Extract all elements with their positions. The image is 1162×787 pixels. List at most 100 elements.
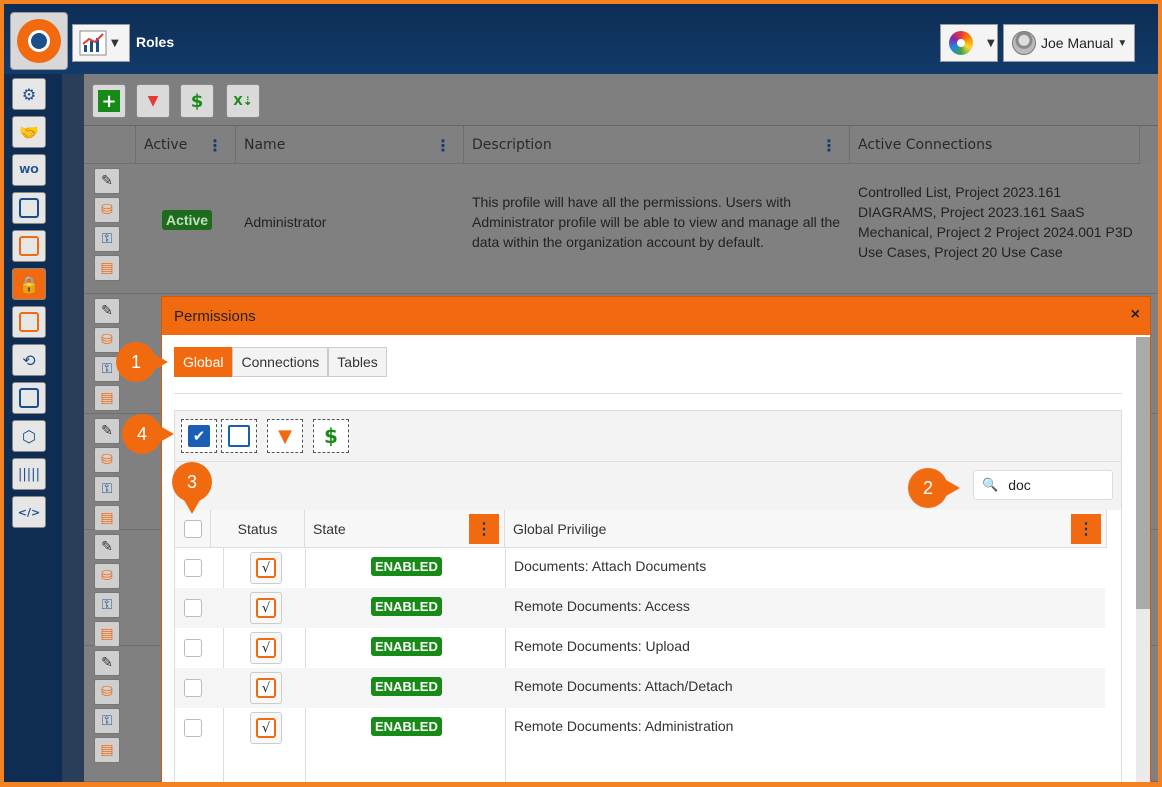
row-checkbox[interactable] xyxy=(184,719,202,737)
permission-tabs: Global Connections Tables xyxy=(174,347,387,377)
column-menu-icon[interactable]: ⋮ xyxy=(435,136,451,155)
dialog-header: Permissions × xyxy=(162,297,1150,335)
search-input[interactable] xyxy=(1008,477,1099,493)
search-field[interactable]: 🔍 xyxy=(973,470,1113,500)
grid-header-description[interactable]: Description ⋮ xyxy=(464,126,850,164)
collapsed-panel xyxy=(62,74,84,782)
key-icon[interactable]: ⚿ xyxy=(94,476,120,502)
status-toggle[interactable]: √ xyxy=(250,672,282,704)
sidebar-item-history[interactable]: ⟲ xyxy=(12,344,46,376)
list-item[interactable]: √ ENABLED Remote Documents: Attach/Detac… xyxy=(175,668,1105,708)
header-status[interactable]: Status xyxy=(211,510,305,548)
refresh-button[interactable]: $ xyxy=(313,419,349,453)
page-title: Roles xyxy=(136,34,175,50)
user-menu-button[interactable]: Joe Manual ▼ xyxy=(1003,24,1135,62)
export-excel-button[interactable]: X⇣ xyxy=(226,84,260,118)
sidebar-item-settings[interactable]: ⚙ xyxy=(12,78,46,110)
list-item[interactable]: √ ENABLED Remote Documents: Upload xyxy=(175,628,1105,668)
sidebar-item-reports[interactable] xyxy=(12,230,46,262)
column-menu-icon[interactable]: ⋮ xyxy=(469,514,499,544)
edit-icon[interactable]: ✎ xyxy=(94,534,120,560)
view-icon[interactable]: ▤ xyxy=(94,385,120,411)
tab-tables[interactable]: Tables xyxy=(328,347,387,377)
checkmark-icon: √ xyxy=(256,598,276,618)
row-checkbox[interactable] xyxy=(184,599,202,617)
row-checkbox[interactable] xyxy=(184,559,202,577)
list-item[interactable]: √ ENABLED Remote Documents: Access xyxy=(175,588,1105,628)
list-item[interactable]: √ ENABLED Documents: Attach Documents xyxy=(175,548,1105,588)
analytics-icon xyxy=(19,388,39,408)
app-logo[interactable] xyxy=(10,12,68,70)
sidebar-item-work-orders[interactable]: WO xyxy=(12,154,46,186)
header-select xyxy=(175,510,211,548)
table-row[interactable]: ✎ ⛁ ⚿ ▤ Active Administrator This profil… xyxy=(84,164,1158,294)
edit-icon[interactable]: ✎ xyxy=(94,298,120,324)
row-checkbox[interactable] xyxy=(184,679,202,697)
key-icon[interactable]: ⚿ xyxy=(94,708,120,734)
database-icon[interactable]: ⛁ xyxy=(94,447,120,473)
grid-header-name[interactable]: Name ⋮ xyxy=(236,126,464,164)
status-toggle[interactable]: √ xyxy=(250,552,282,584)
clear-filter-button[interactable]: ▼ xyxy=(267,419,303,453)
view-icon[interactable]: ▤ xyxy=(94,505,120,531)
sidebar-item-roles[interactable]: 🔒 xyxy=(12,268,46,300)
database-icon[interactable]: ⛁ xyxy=(94,327,120,353)
tab-global[interactable]: Global xyxy=(174,347,233,377)
key-icon[interactable]: ⚿ xyxy=(94,226,120,252)
dialog-scrollbar-thumb[interactable] xyxy=(1136,337,1150,609)
column-menu-icon[interactable]: ⋮ xyxy=(1071,514,1101,544)
status-toggle[interactable]: √ xyxy=(250,632,282,664)
avatar xyxy=(1012,31,1036,55)
view-icon[interactable]: ▤ xyxy=(94,255,120,281)
sidebar-item-barcode[interactable]: ||||| xyxy=(12,458,46,490)
user-name: Joe Manual xyxy=(1041,35,1114,51)
uncheck-all-button[interactable] xyxy=(221,419,257,453)
tab-connections[interactable]: Connections xyxy=(232,347,329,377)
status-toggle[interactable]: √ xyxy=(250,712,282,744)
edit-icon[interactable]: ✎ xyxy=(94,418,120,444)
sidebar-item-hierarchy[interactable] xyxy=(12,192,46,224)
database-icon[interactable]: ⛁ xyxy=(94,679,120,705)
edit-icon[interactable]: ✎ xyxy=(94,650,120,676)
view-icon[interactable]: ▤ xyxy=(94,621,120,647)
list-icon xyxy=(19,312,39,332)
module-menu-button[interactable]: ▼ xyxy=(72,24,130,62)
sidebar-item-lists[interactable] xyxy=(12,306,46,338)
dialog-scrollbar-track[interactable] xyxy=(1136,609,1150,782)
chevron-down-icon: ▼ xyxy=(987,37,995,49)
role-name: Administrator xyxy=(244,214,327,230)
clear-filter-button[interactable]: ▼ xyxy=(136,84,170,118)
sidebar-item-analytics[interactable] xyxy=(12,382,46,414)
select-all-checkbox[interactable] xyxy=(183,519,202,538)
state-badge: ENABLED xyxy=(371,677,442,696)
sidebar-item-3d[interactable]: ⬡ xyxy=(12,420,46,452)
state-badge: ENABLED xyxy=(371,557,442,576)
check-all-button[interactable]: ✔ xyxy=(181,419,217,453)
database-icon[interactable]: ⛁ xyxy=(94,197,120,223)
refresh-button[interactable]: $ xyxy=(180,84,214,118)
sidebar-item-api[interactable]: </> xyxy=(12,496,46,528)
header-privilege[interactable]: Global Privilige ⋮ xyxy=(505,510,1107,548)
grid-header-active[interactable]: Active ⋮ xyxy=(136,126,236,164)
grid-header-connections[interactable]: Active Connections xyxy=(850,126,1140,164)
column-menu-icon[interactable]: ⋮ xyxy=(821,136,837,155)
work-order-icon: WO xyxy=(19,164,39,176)
callout-4: 4 xyxy=(122,414,174,454)
row-checkbox[interactable] xyxy=(184,639,202,657)
apps-menu-button[interactable]: ▼ xyxy=(940,24,998,62)
close-icon[interactable]: × xyxy=(1131,306,1140,324)
grid-header-actions xyxy=(84,126,136,164)
clear-filter-icon: ▼ xyxy=(278,425,292,447)
view-icon[interactable]: ▤ xyxy=(94,737,120,763)
callout-2: 2 xyxy=(908,468,960,508)
header-state[interactable]: State ⋮ xyxy=(305,510,505,548)
column-menu-icon[interactable]: ⋮ xyxy=(207,136,223,155)
callout-3: 3 xyxy=(172,462,212,514)
status-toggle[interactable]: √ xyxy=(250,592,282,624)
edit-icon[interactable]: ✎ xyxy=(94,168,120,194)
add-button[interactable]: + xyxy=(92,84,126,118)
key-icon[interactable]: ⚿ xyxy=(94,592,120,618)
list-item[interactable]: √ ENABLED Remote Documents: Administrati… xyxy=(175,708,1105,748)
sidebar-item-partners[interactable]: 🤝 xyxy=(12,116,46,148)
database-icon[interactable]: ⛁ xyxy=(94,563,120,589)
